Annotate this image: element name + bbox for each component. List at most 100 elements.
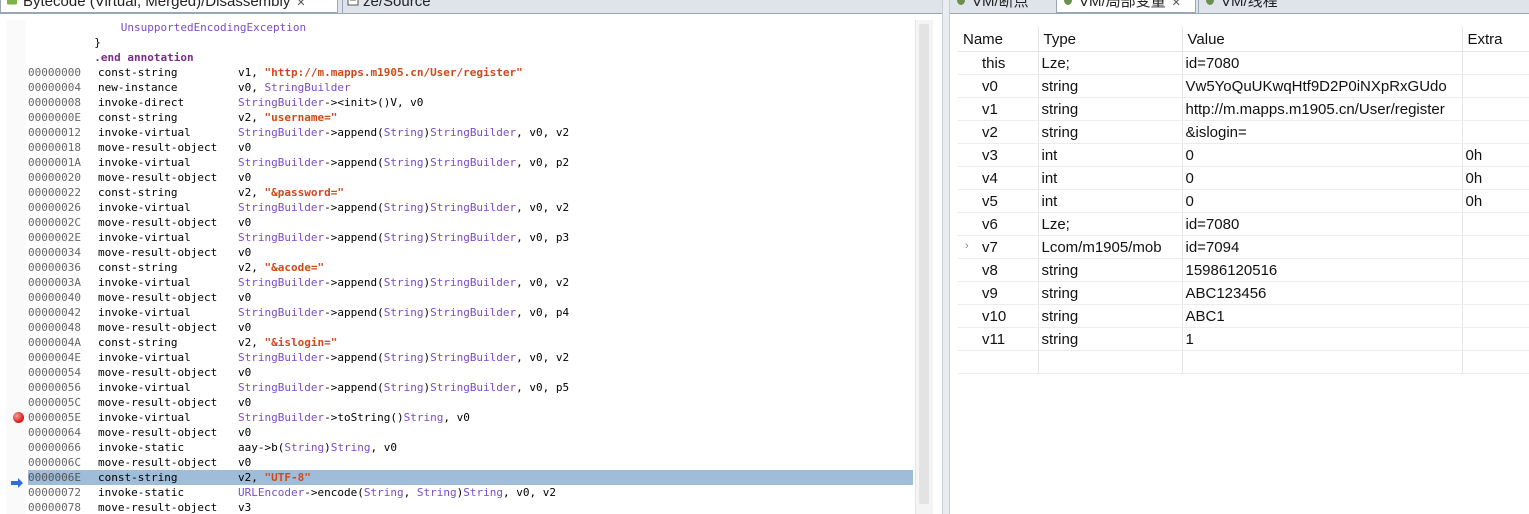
- code-line[interactable]: 00000022 const-string v2, "&password=": [28, 185, 913, 200]
- variable-value[interactable]: http://m.mapps.m1905.cn/User/register: [1182, 97, 1463, 121]
- variable-row[interactable]: this Lze; id=7080: [958, 51, 1529, 75]
- variable-value[interactable]: ABC1: [1182, 304, 1463, 328]
- operand-token: v0: [238, 456, 252, 469]
- pane-splitter[interactable]: [942, 0, 950, 514]
- column-header-value[interactable]: Value: [1182, 27, 1463, 52]
- variable-extra: [1462, 212, 1529, 236]
- variable-value[interactable]: 15986120516: [1182, 258, 1463, 282]
- variable-row[interactable]: v9 string ABC123456: [958, 281, 1529, 305]
- variable-row[interactable]: v4 int 0 0h: [958, 166, 1529, 190]
- code-line[interactable]: 00000026 invoke-virtual StringBuilder->app…: [28, 200, 913, 215]
- variable-row[interactable]: v2 string &islogin=: [958, 120, 1529, 144]
- code-line[interactable]: 00000064 move-result-object v0: [28, 425, 913, 440]
- code-line[interactable]: 00000034 move-result-object v0: [28, 245, 913, 260]
- variable-value[interactable]: &islogin=: [1182, 120, 1463, 144]
- close-icon[interactable]: ✕: [296, 0, 305, 13]
- code-line[interactable]: 0000006C move-result-object v0: [28, 455, 913, 470]
- variable-type: Lcom/m1905/mob: [1038, 235, 1183, 259]
- vertical-scrollbar[interactable]: [915, 20, 933, 514]
- opcode: invoke-static: [98, 486, 185, 499]
- code-line[interactable]: 00000004 new-instance v0, StringBuilder: [28, 80, 913, 95]
- code-line[interactable]: UnsupportedEncodingException: [28, 20, 913, 35]
- code-line[interactable]: 00000056 invoke-virtual StringBuilder->app…: [28, 380, 913, 395]
- instruction-address: 0000003A: [28, 276, 81, 289]
- code-line[interactable]: 00000012 invoke-virtual StringBuilder->app…: [28, 125, 913, 140]
- code-line[interactable]: 0000002C move-result-object v0: [28, 215, 913, 230]
- code-line[interactable]: 00000054 move-result-object v0: [28, 365, 913, 380]
- tab-vm-local-variables[interactable]: VM/局部变量 ✕: [1056, 0, 1196, 13]
- variable-row[interactable]: v11 string 1: [958, 327, 1529, 351]
- class-reference: String: [383, 306, 424, 319]
- editor-gutter[interactable]: [6, 20, 26, 514]
- code-line[interactable]: 00000042 invoke-virtual StringBuilder->app…: [28, 305, 913, 320]
- variable-name-cell: v6: [958, 212, 1039, 236]
- code-line[interactable]: 00000078 move-result-object v3: [28, 500, 913, 514]
- column-header-extra[interactable]: Extra: [1462, 27, 1529, 52]
- code-line[interactable]: 0000006E const-string v2, "UTF-8": [28, 470, 913, 485]
- variable-value[interactable]: id=7080: [1182, 212, 1463, 236]
- empty-cell: [1182, 350, 1463, 374]
- code-line[interactable]: 0000005C move-result-object v0: [28, 395, 913, 410]
- variable-row[interactable]: › v7 Lcom/m1905/mob id=7094: [958, 235, 1529, 259]
- operands: v1, "http://m.mapps.m1905.cn/User/regist…: [238, 65, 523, 80]
- variable-row[interactable]: v0 string Vw5YoQuUKwqHtf9D2P0iNXpRxGUdo: [958, 74, 1529, 98]
- variable-row[interactable]: v5 int 0 0h: [958, 189, 1529, 213]
- code-line[interactable]: 0000001A invoke-virtual StringBuilder->app…: [28, 155, 913, 170]
- variable-row[interactable]: v3 int 0 0h: [958, 143, 1529, 167]
- variable-row[interactable]: v10 string ABC1: [958, 304, 1529, 328]
- variable-type: string: [1038, 97, 1183, 121]
- code-line[interactable]: 00000018 move-result-object v0: [28, 140, 913, 155]
- code-line[interactable]: 0000000E const-string v2, "username=": [28, 110, 913, 125]
- code-line[interactable]: 0000004A const-string v2, "&islogin=": [28, 335, 913, 350]
- column-header-name[interactable]: Name: [958, 27, 1039, 52]
- breakpoint-icon[interactable]: [13, 412, 24, 423]
- code-line[interactable]: 0000004E invoke-virtual StringBuilder->app…: [28, 350, 913, 365]
- tab-vm-threads[interactable]: VM/线程: [1198, 0, 1308, 13]
- code-line[interactable]: 00000048 move-result-object v0: [28, 320, 913, 335]
- code-line[interactable]: 0000005E invoke-virtual StringBuilder->toS…: [28, 410, 913, 425]
- code-line[interactable]: 00000066 invoke-static aay->b(String)Strin…: [28, 440, 913, 455]
- code-line[interactable]: 00000072 invoke-static URLEncoder->encode(…: [28, 485, 913, 500]
- empty-cell: [1462, 350, 1529, 374]
- code-line[interactable]: 00000020 move-result-object v0: [28, 170, 913, 185]
- code-line[interactable]: .end annotation: [28, 50, 913, 65]
- variable-value[interactable]: 0: [1182, 143, 1463, 167]
- variable-value[interactable]: id=7094: [1182, 235, 1463, 259]
- class-reference: StringBuilder: [238, 96, 325, 109]
- operands: StringBuilder->append(String)StringBuild…: [238, 155, 569, 170]
- tab-source[interactable]: ze/Source: [342, 0, 462, 13]
- instruction-address: 00000078: [28, 501, 81, 514]
- code-line[interactable]: 0000002E invoke-virtual StringBuilder->app…: [28, 230, 913, 245]
- code-line[interactable]: 0000003A invoke-virtual StringBuilder->app…: [28, 275, 913, 290]
- variable-value[interactable]: 0: [1182, 166, 1463, 190]
- chevron-right-icon[interactable]: ›: [965, 240, 969, 252]
- close-icon[interactable]: ✕: [1172, 0, 1181, 13]
- tab-bytecode-disassembly[interactable]: Bytecode (Virtual, Merged)/Disassembly ✕: [0, 0, 338, 13]
- variable-value[interactable]: ABC123456: [1182, 281, 1463, 305]
- instruction-address: 00000036: [28, 261, 81, 274]
- variable-type: int: [1038, 143, 1183, 167]
- instruction-address: 00000020: [28, 171, 81, 184]
- variable-row[interactable]: v1 string http://m.mapps.m1905.cn/User/reg…: [958, 97, 1529, 121]
- code-line[interactable]: 00000008 invoke-direct StringBuilder-><ini…: [28, 95, 913, 110]
- code-editor[interactable]: UnsupportedEncodingException } .end anno…: [6, 20, 913, 514]
- variable-row[interactable]: v6 Lze; id=7080: [958, 212, 1529, 236]
- column-header-type[interactable]: Type: [1038, 27, 1183, 52]
- opcode: move-result-object: [98, 291, 218, 304]
- opcode: invoke-virtual: [98, 411, 191, 424]
- code-line[interactable]: 00000036 const-string v2, "&acode=": [28, 260, 913, 275]
- variable-name: v9: [982, 284, 998, 302]
- code-line[interactable]: }: [28, 35, 913, 50]
- variable-value[interactable]: id=7080: [1182, 51, 1463, 75]
- variable-value[interactable]: 1: [1182, 327, 1463, 351]
- variable-value[interactable]: Vw5YoQuUKwqHtf9D2P0iNXpRxGUdo: [1182, 74, 1463, 98]
- scrollbar-thumb[interactable]: [919, 24, 929, 504]
- class-reference: StringBuilder: [430, 276, 517, 289]
- tab-label: VM/线程: [1221, 0, 1278, 10]
- code-line[interactable]: 00000040 move-result-object v0: [28, 290, 913, 305]
- code-line[interactable]: 00000000 const-string v1, "http://m.mapps.…: [28, 65, 913, 80]
- opcode: new-instance: [98, 81, 178, 94]
- variable-row[interactable]: v8 string 15986120516: [958, 258, 1529, 282]
- variable-value[interactable]: 0: [1182, 189, 1463, 213]
- tab-vm-breakpoints[interactable]: VM/断点: [950, 0, 1054, 13]
